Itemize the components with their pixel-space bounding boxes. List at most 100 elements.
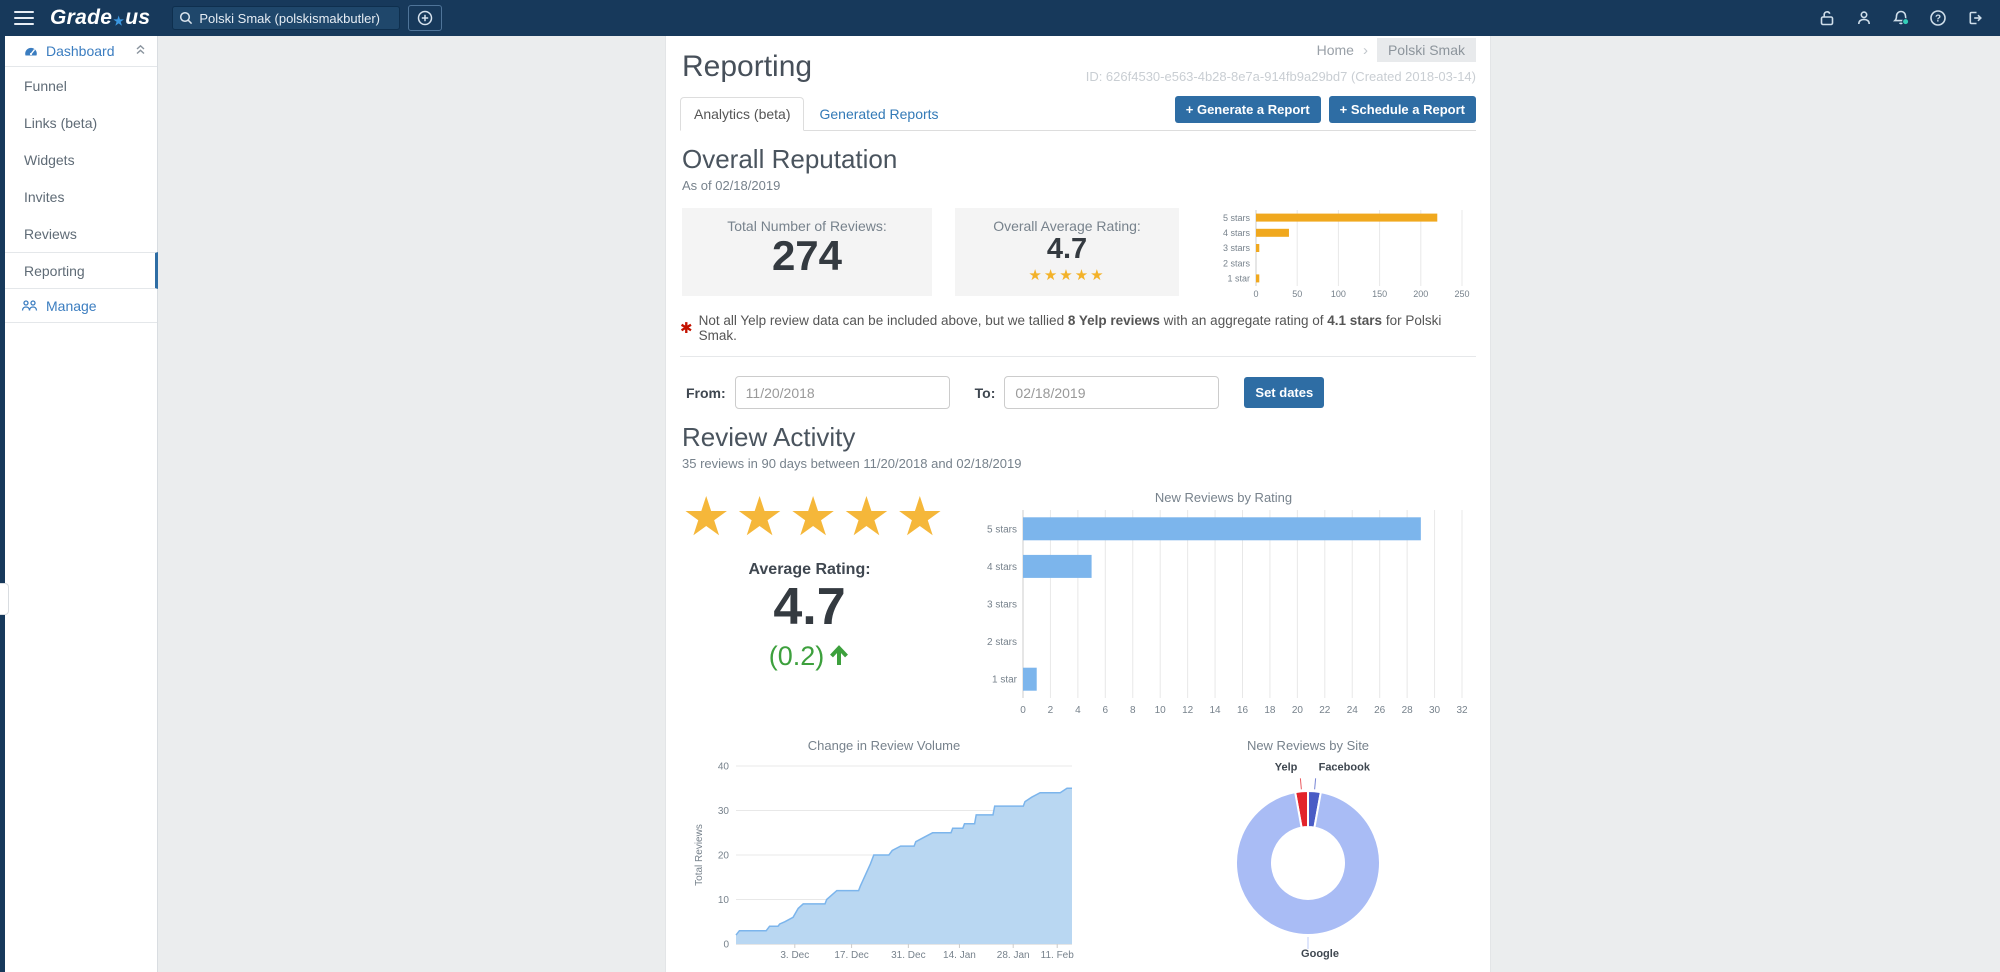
chart-title: New Reviews by Rating <box>1154 490 1293 505</box>
rating-stars: ★★★★★ <box>1028 266 1106 284</box>
rating-change-value: (0.2) <box>768 640 825 671</box>
tabs-bar: Analytics (beta) Generated Reports + Gen… <box>680 96 1476 131</box>
collapse-chevrons-icon[interactable] <box>134 43 147 59</box>
svg-text:5 stars: 5 stars <box>1223 213 1251 223</box>
breadcrumb-chevron-icon: › <box>1362 41 1368 59</box>
search-input[interactable] <box>172 6 401 30</box>
hamburger-menu-icon[interactable] <box>14 11 34 25</box>
svg-text:20: 20 <box>1292 705 1304 716</box>
breadcrumb-current: Polski Smak <box>1376 38 1476 62</box>
svg-text:Yelp: Yelp <box>1275 761 1298 773</box>
svg-text:3. Dec: 3. Dec <box>780 950 809 961</box>
yelp-icon: ✱ <box>680 319 693 337</box>
sidebar-item-label: Widgets <box>24 151 75 168</box>
breadcrumb: Home › Polski Smak <box>1086 38 1476 62</box>
reputation-stats-row: Total Number of Reviews: 274 Overall Ave… <box>680 208 1476 300</box>
sidebar-item-funnel[interactable]: Funnel <box>5 67 157 104</box>
svg-text:24: 24 <box>1347 705 1359 716</box>
notification-dot <box>1902 18 1910 26</box>
business-search <box>172 6 401 31</box>
from-date-input[interactable] <box>734 376 950 409</box>
sidebar-item-dashboard[interactable]: Dashboard <box>5 36 157 67</box>
brand-star-icon: ★ <box>113 14 125 28</box>
svg-text:2 stars: 2 stars <box>987 637 1017 648</box>
svg-text:10: 10 <box>718 895 730 906</box>
logout-icon[interactable] <box>1964 7 1986 29</box>
svg-text:150: 150 <box>1372 289 1387 299</box>
svg-text:31. Dec: 31. Dec <box>891 950 925 961</box>
svg-text:250: 250 <box>1454 289 1469 299</box>
sidebar-item-invites[interactable]: Invites <box>5 178 157 215</box>
svg-text:28. Jan: 28. Jan <box>997 950 1030 961</box>
svg-text:26: 26 <box>1374 705 1386 716</box>
to-label: To: <box>974 384 996 401</box>
to-date-input[interactable] <box>1004 376 1220 409</box>
plus-circle-icon <box>418 10 433 26</box>
svg-text:Google: Google <box>1301 948 1339 960</box>
review-volume-block: Change in Review Volume 0 10 20 30 40 Total R… <box>688 738 1080 966</box>
sidebar-item-reviews[interactable]: Reviews <box>5 215 157 252</box>
sidebar-item-label: Invites <box>24 188 65 205</box>
lock-icon[interactable] <box>1816 7 1838 29</box>
sidebar-item-label: Reviews <box>24 225 77 242</box>
set-dates-button[interactable]: Set dates <box>1244 377 1325 408</box>
add-business-button[interactable] <box>408 5 443 31</box>
svg-text:Total Reviews: Total Reviews <box>694 824 705 886</box>
generate-report-button[interactable]: + Generate a Report <box>1174 96 1321 123</box>
svg-text:1 star: 1 star <box>992 675 1018 686</box>
sidebar-item-label: Manage <box>46 297 97 314</box>
svg-text:4: 4 <box>1075 705 1081 716</box>
reputation-distribution-chart: 0 50 100 150 200 250 5 stars 4 stars 3 stars 2 st… <box>1214 208 1476 300</box>
svg-text:10: 10 <box>1155 705 1167 716</box>
svg-text:28: 28 <box>1402 705 1414 716</box>
tab-generated-reports[interactable]: Generated Reports <box>804 98 953 130</box>
total-reviews-value: 274 <box>771 232 843 279</box>
svg-text:0: 0 <box>1020 705 1026 716</box>
svg-text:4 stars: 4 stars <box>1223 228 1251 238</box>
svg-text:17. Dec: 17. Dec <box>834 950 868 961</box>
svg-text:2 stars: 2 stars <box>1223 258 1251 268</box>
help-icon[interactable]: ? <box>1927 7 1949 29</box>
rating-stars-large: ★★★★★ <box>682 487 950 547</box>
page-header: Reporting Home › Polski Smak ID: 626f453… <box>680 36 1476 84</box>
new-reviews-by-rating-chart: 0 2 4 6 8 10 12 14 16 18 20 22 24 26 28 30 32 5 stars 4 st… <box>971 508 1476 716</box>
average-rating-label: Average Rating: <box>748 561 871 579</box>
yelp-review-count: 8 Yelp reviews <box>1067 313 1160 328</box>
search-icon <box>178 10 194 31</box>
profile-id-line: ID: 626f4530-e563-4b28-8e7a-914fb9a29bd7… <box>1085 69 1476 84</box>
svg-text:12: 12 <box>1182 705 1194 716</box>
date-filter: From: To: Set dates <box>686 376 1476 409</box>
sidebar-item-links[interactable]: Links (beta) <box>5 104 157 141</box>
sidebar-item-widgets[interactable]: Widgets <box>5 141 157 178</box>
sidebar-item-reporting[interactable]: Reporting <box>5 252 158 289</box>
notifications-bell-icon[interactable] <box>1890 7 1912 29</box>
svg-text:3 stars: 3 stars <box>987 600 1017 611</box>
svg-text:2: 2 <box>1048 705 1054 716</box>
sidebar: Dashboard Funnel Links (beta) Widgets In… <box>5 36 158 972</box>
svg-text:1 star: 1 star <box>1227 274 1250 284</box>
svg-text:30: 30 <box>1429 705 1441 716</box>
average-rating-label: Overall Average Rating: <box>993 218 1141 234</box>
schedule-report-button[interactable]: + Schedule a Report <box>1328 96 1476 123</box>
svg-text:6: 6 <box>1103 705 1109 716</box>
average-rating-box: Overall Average Rating: 4.7 ★★★★★ <box>955 208 1179 296</box>
tab-analytics[interactable]: Analytics (beta) <box>680 97 805 131</box>
overall-reputation-heading: Overall Reputation <box>682 144 898 174</box>
svg-text:30: 30 <box>718 806 730 817</box>
svg-text:11. Feb: 11. Feb <box>1041 950 1075 961</box>
panel-collapse-handle[interactable] <box>0 583 9 615</box>
svg-text:5 stars: 5 stars <box>987 524 1017 535</box>
user-icon[interactable] <box>1853 7 1875 29</box>
svg-text:Facebook: Facebook <box>1319 761 1371 773</box>
breadcrumb-home-link[interactable]: Home <box>1317 42 1354 58</box>
brand-logo[interactable]: Grade ★ us <box>50 6 150 30</box>
svg-text:18: 18 <box>1264 705 1276 716</box>
sidebar-item-manage[interactable]: Manage <box>5 289 157 323</box>
increase-arrow-icon <box>830 645 849 666</box>
sidebar-item-label: Reporting <box>24 262 85 279</box>
change-in-review-volume-chart: 0 10 20 30 40 Total Reviews 3. Dec 17. Dec 31. D… <box>688 756 1080 962</box>
average-rating-value: 4.7 <box>773 578 846 637</box>
reviews-by-site-block: New Reviews by Site Yelp Facebook Google <box>1158 738 1458 966</box>
sidebar-item-label: Funnel <box>24 77 67 94</box>
svg-text:20: 20 <box>718 851 730 862</box>
